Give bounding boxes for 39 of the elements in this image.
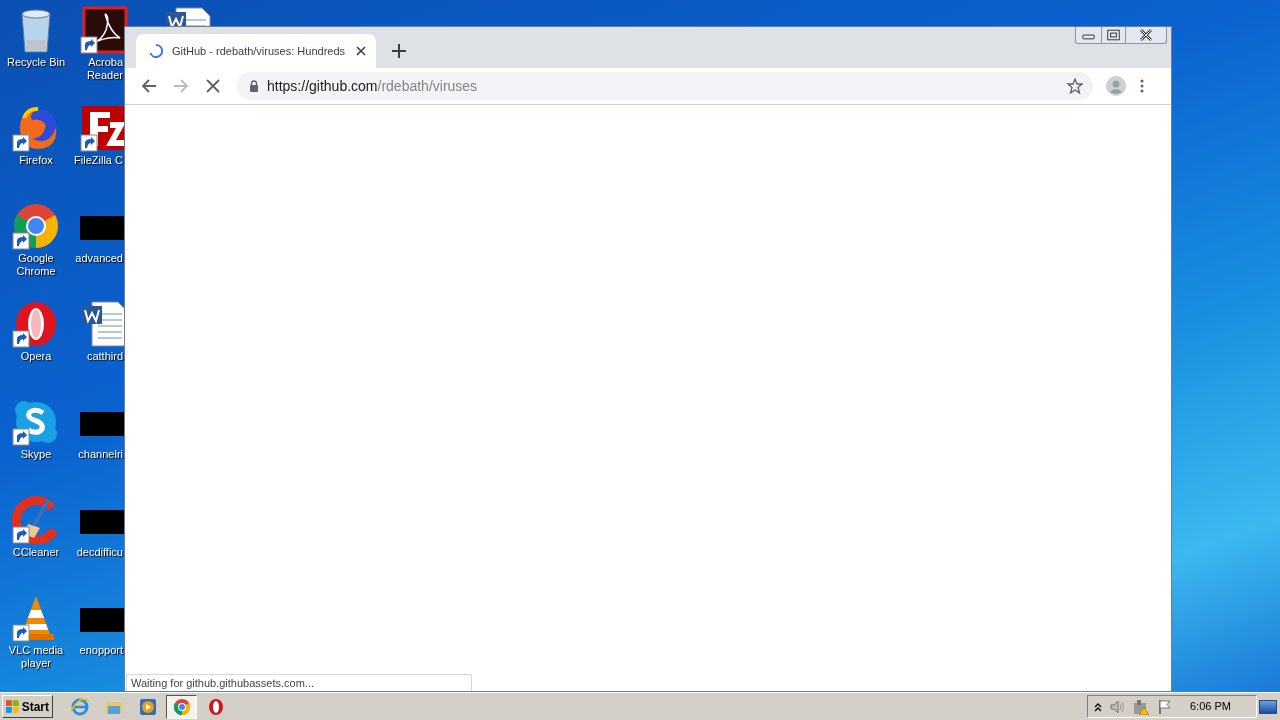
lock-icon [249,80,259,92]
close-tab-icon[interactable] [356,46,366,56]
new-tab-icon[interactable] [392,44,406,58]
desktop-icon-label[interactable]: Firefox [19,154,53,167]
bookmark-star-icon[interactable] [1067,78,1083,94]
desktop-icon-label[interactable]: Opera [20,350,52,363]
desktop-icon-label[interactable]: decdifficu [76,546,123,559]
desktop-icon-label[interactable]: Google Chrome [16,252,56,278]
show-desktop-button[interactable] [1259,699,1277,714]
ie-logo-icon [69,696,90,717]
start-button[interactable]: Start [2,695,53,718]
speaker-icon[interactable] [1109,698,1125,715]
windows-logo-icon [6,699,20,714]
desktop-icon-label[interactable]: Acroba Reader [86,56,123,82]
desktop-icon-label[interactable]: enopport [79,644,123,657]
desktop-icon-label[interactable]: FileZilla C [74,154,123,167]
desktop-icon-label[interactable]: VLC media player [8,644,64,670]
profile-avatar-icon[interactable] [1106,76,1126,96]
desktop-icon-label[interactable]: catthird [86,350,123,363]
desktop-icon-label[interactable]: CCleaner [12,546,60,559]
network-warning-icon[interactable] [1132,698,1150,715]
clock[interactable]: 6:06 PM [1190,698,1231,715]
play-button-icon [137,696,158,717]
flag-icon[interactable] [1157,698,1173,715]
desktop-icon-label[interactable]: Recycle Bin [6,56,66,69]
menu-icon[interactable] [1140,79,1144,93]
status-bubble: Waiting for github.githubassets.com... [126,674,472,691]
tricolor-circle-icon [171,696,192,717]
chevron-up-icon[interactable] [1094,701,1102,712]
desktop-icon-label[interactable]: channelri [78,448,123,461]
taskbar-button[interactable] [166,694,197,719]
tab-title: GitHub - rdebath/viruses: Hundreds [172,43,347,59]
browser-tab[interactable]: GitHub - rdebath/viruses: Hundreds [136,34,376,68]
address-bar[interactable]: https://github.com/rdebath/viruses [237,72,1093,100]
desktop-icon-label[interactable]: advanced [75,252,123,265]
desktop-icon-label[interactable]: Skype [20,448,52,461]
url-text: https://github.com/rdebath/viruses [267,76,479,96]
back-icon[interactable] [141,78,157,94]
stop-icon[interactable] [206,79,220,93]
